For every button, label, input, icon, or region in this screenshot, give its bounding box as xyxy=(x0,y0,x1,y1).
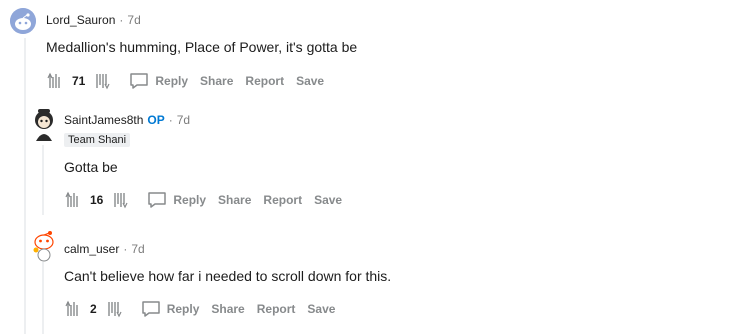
timestamp[interactable]: 7d xyxy=(177,113,190,127)
op-badge: OP xyxy=(147,113,165,127)
separator: · xyxy=(123,242,128,256)
avatar[interactable] xyxy=(30,228,58,262)
comment-actions: 2 Reply Share Report Save xyxy=(64,298,335,320)
timestamp[interactable]: 7d xyxy=(127,13,140,27)
separator: · xyxy=(119,13,124,27)
report-button[interactable]: Report xyxy=(263,193,302,207)
thread-line-1[interactable] xyxy=(24,38,26,334)
reply-button[interactable]: Reply xyxy=(129,72,188,90)
comment-actions: 16 Reply Share Report Save xyxy=(64,189,342,211)
upvote-icon[interactable] xyxy=(64,300,82,318)
save-button[interactable]: Save xyxy=(296,74,324,88)
downvote-icon[interactable] xyxy=(105,300,123,318)
comment-bubble-icon xyxy=(148,192,167,208)
avatar[interactable] xyxy=(10,8,36,34)
comment-text: Can't believe how far i needed to scroll… xyxy=(64,268,392,284)
author-name[interactable]: SaintJames8th xyxy=(64,113,143,127)
comment-meta: calm_user · 7d xyxy=(64,242,145,256)
upvote-icon[interactable] xyxy=(64,191,82,209)
author-name[interactable]: Lord_Sauron xyxy=(46,13,115,27)
avatar[interactable] xyxy=(30,107,58,141)
comment-bubble-icon xyxy=(130,73,149,89)
reply-button[interactable]: Reply xyxy=(141,300,200,318)
vote-score: 2 xyxy=(90,302,97,316)
report-button[interactable]: Report xyxy=(245,74,284,88)
character-avatar-icon xyxy=(35,109,53,141)
author-name[interactable]: calm_user xyxy=(64,242,119,256)
reply-label: Reply xyxy=(166,302,200,316)
comment-actions: 71 Reply Share Report Save xyxy=(46,70,324,92)
downvote-icon[interactable] xyxy=(111,191,129,209)
save-button[interactable]: Save xyxy=(314,193,342,207)
share-button[interactable]: Share xyxy=(200,74,233,88)
share-button[interactable]: Share xyxy=(218,193,251,207)
thread-line-2[interactable] xyxy=(42,145,44,215)
comment-meta: Lord_Sauron · 7d xyxy=(46,13,141,27)
comment-bubble-icon xyxy=(141,301,160,317)
reply-label: Reply xyxy=(173,193,207,207)
user-flair: Team Shani xyxy=(64,133,131,147)
share-button[interactable]: Share xyxy=(211,302,244,316)
separator: · xyxy=(168,113,173,127)
reply-label: Reply xyxy=(155,74,189,88)
reply-button[interactable]: Reply xyxy=(147,191,206,209)
save-button[interactable]: Save xyxy=(307,302,335,316)
report-button[interactable]: Report xyxy=(257,302,296,316)
thread-line-3[interactable] xyxy=(42,262,44,334)
vote-score: 71 xyxy=(72,74,86,88)
snoo-avatar-icon xyxy=(33,231,54,262)
timestamp[interactable]: 7d xyxy=(131,242,144,256)
comment-text: Gotta be xyxy=(64,159,118,175)
comment-meta: SaintJames8th OP · 7d xyxy=(64,113,190,127)
downvote-icon[interactable] xyxy=(93,72,111,90)
comment-text: Medallion's humming, Place of Power, it'… xyxy=(46,39,358,55)
snoo-avatar-icon xyxy=(10,8,36,34)
vote-score: 16 xyxy=(90,193,104,207)
upvote-icon[interactable] xyxy=(46,72,64,90)
